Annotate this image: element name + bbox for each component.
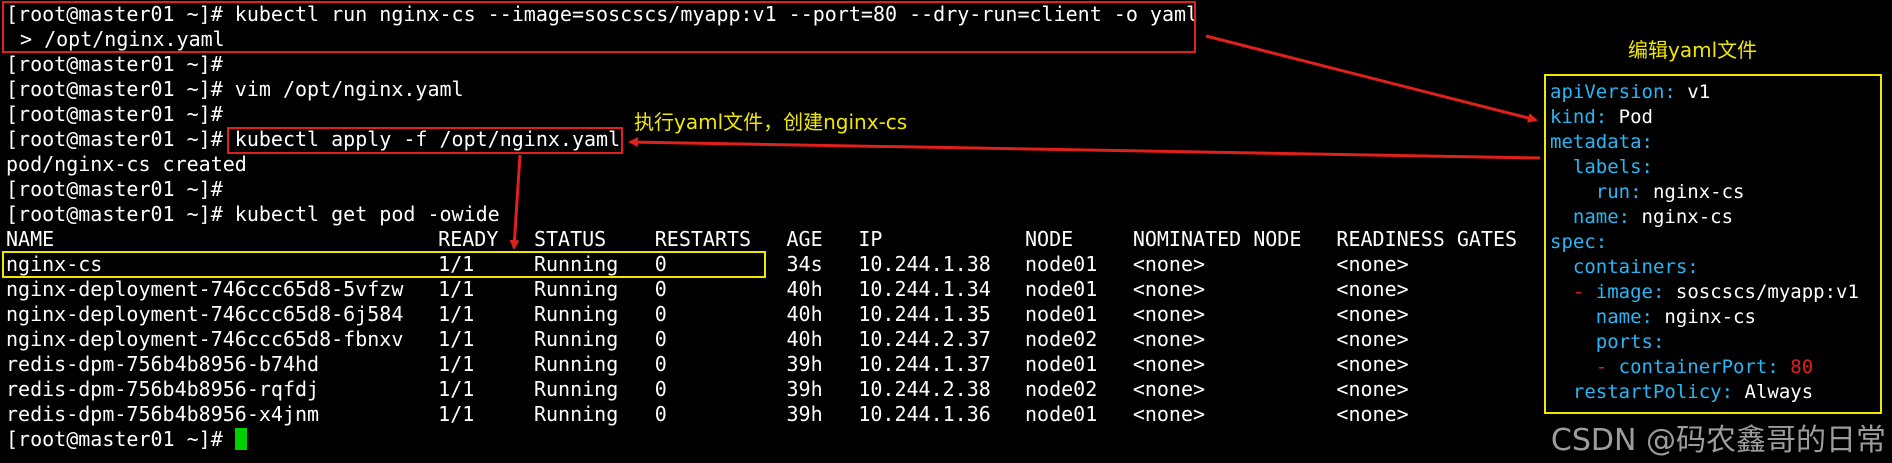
yaml-panel: apiVersion: v1 kind: Pod metadata: label… xyxy=(1544,74,1882,414)
yaml-key: name xyxy=(1595,306,1642,328)
yaml-value: v1 xyxy=(1687,81,1711,103)
yaml-key: kind xyxy=(1550,106,1596,128)
yaml-line: apiVersion: v1 xyxy=(1550,81,1711,103)
arrow-from-yaml-to-apply xyxy=(628,137,1541,160)
yaml-key: restartPolicy xyxy=(1572,381,1722,403)
yaml-value: nginx-cs xyxy=(1652,181,1745,203)
yaml-key: containerPort xyxy=(1618,356,1768,378)
arrow-to-yaml-box xyxy=(1205,34,1538,123)
yaml-key: apiVersion xyxy=(1550,81,1665,103)
yaml-key: ports xyxy=(1595,331,1653,353)
yaml-value: nginx-cs xyxy=(1664,306,1756,328)
yaml-line: labels: xyxy=(1572,156,1653,178)
yaml-key: spec xyxy=(1550,231,1596,253)
csdn-watermark: CSDN @码农鑫哥的日常 xyxy=(1550,423,1886,458)
yaml-value: nginx-cs xyxy=(1641,206,1734,228)
yaml-line: - containerPort: 80 xyxy=(1595,356,1814,378)
yaml-line: name: nginx-cs xyxy=(1572,206,1734,228)
yaml-key: metadata xyxy=(1550,131,1642,153)
yaml-key: name xyxy=(1572,206,1619,228)
yaml-line: ports: xyxy=(1595,331,1665,353)
yaml-line: name: nginx-cs xyxy=(1595,306,1756,328)
yaml-line: containers: xyxy=(1572,256,1699,278)
yaml-value: Always xyxy=(1744,381,1814,403)
yaml-value: 80 xyxy=(1790,356,1814,378)
arrow-to-table-row xyxy=(509,154,522,250)
yaml-line: restartPolicy: Always xyxy=(1572,381,1814,403)
yaml-line: - image: soscscs/myapp:v1 xyxy=(1572,281,1859,303)
yaml-key: containers xyxy=(1572,256,1688,278)
yaml-line: metadata: xyxy=(1550,131,1653,153)
yaml-key: run xyxy=(1595,181,1631,203)
yaml-key: image xyxy=(1595,281,1653,303)
yaml-line: run: nginx-cs xyxy=(1595,181,1745,203)
yaml-value: Pod xyxy=(1618,106,1653,128)
yaml-value: soscscs/myapp:v1 xyxy=(1675,281,1859,303)
yaml-line: kind: Pod xyxy=(1550,106,1653,128)
yaml-key: labels xyxy=(1572,156,1642,178)
yaml-line: spec: xyxy=(1550,231,1608,253)
